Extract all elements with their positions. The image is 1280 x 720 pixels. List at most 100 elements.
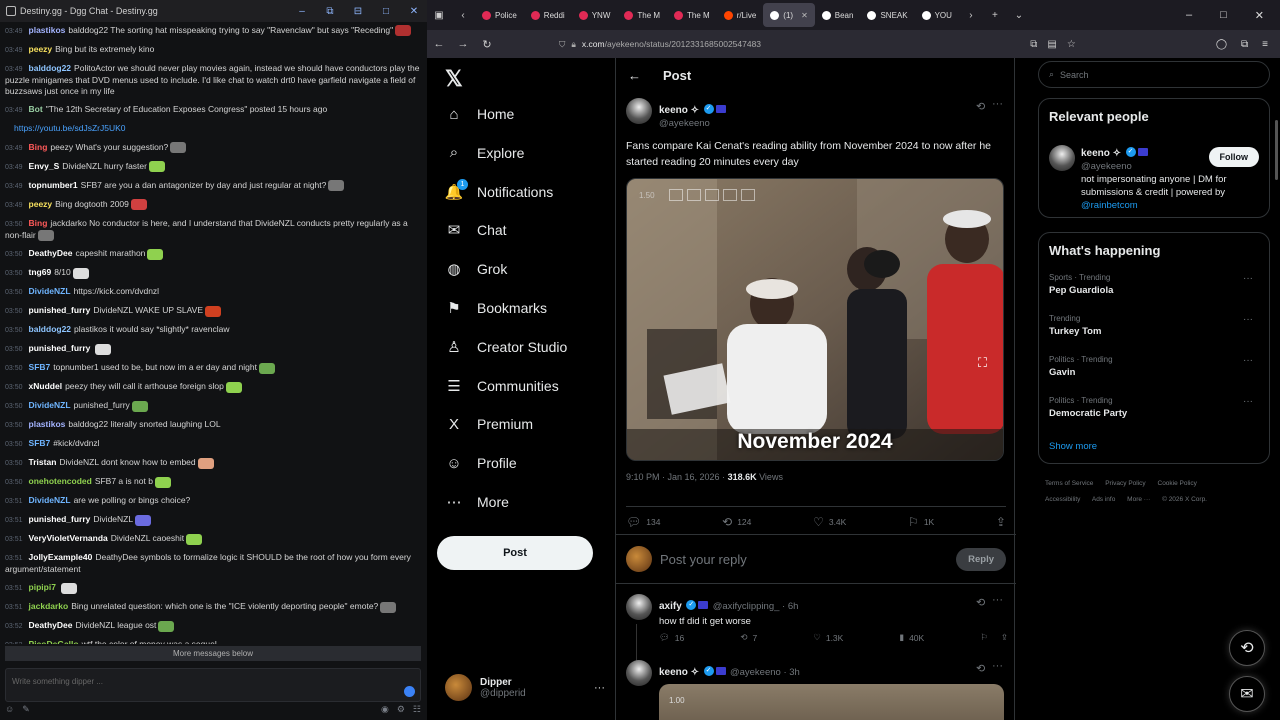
more-dots-icon[interactable]: ··· [992,660,1003,672]
footer-link[interactable]: Cookie Policy [1158,480,1197,487]
message-username[interactable]: peezy [29,44,53,54]
avatar[interactable] [1049,145,1075,171]
message-username[interactable]: jackdarko [29,601,69,611]
message-username[interactable]: balddog22 [29,63,72,73]
grok-icon[interactable]: ⟲ [976,100,985,113]
nav-item-communities[interactable]: ☰ Communities [445,377,558,395]
browser-tab[interactable]: Reddi [524,0,572,30]
maximize-icon[interactable]: □ [379,6,393,17]
window-maximize-icon[interactable]: □ [1220,9,1227,22]
share-action[interactable]: ⇪ [996,515,1006,529]
avatar[interactable] [626,594,652,620]
nav-item-chat[interactable]: ✉ Chat [445,221,507,239]
fullscreen-icon[interactable]: ⛶ [978,355,987,371]
video-tool-icon[interactable] [687,189,701,201]
reply-video[interactable]: 1.00 [659,684,1004,720]
author-name[interactable]: keeno ✧ [659,105,699,116]
message-username[interactable]: SFB7 [29,438,51,448]
reply-button[interactable]: Reply [956,547,1006,571]
playback-speed[interactable]: 1.00 [669,696,685,705]
more-dots-icon[interactable]: ··· [992,98,1003,110]
menu-icon[interactable]: ≡ [1262,39,1268,50]
settings-gear-icon[interactable]: ⚙ [397,704,405,718]
nav-item-profile[interactable]: ☺ Profile [445,454,516,472]
page-scrollbar[interactable] [1275,120,1278,180]
users-icon[interactable]: ☷ [413,704,421,718]
tweet-timestamp[interactable]: 9:10 PM · Jan 16, 2026 · [626,472,728,482]
window-close-icon[interactable]: ✕ [1255,9,1264,22]
whisper-icon[interactable]: ✎ [22,704,30,718]
more-dots-icon[interactable]: ··· [1243,396,1253,407]
forward-icon[interactable]: → [451,38,475,50]
message-username[interactable]: JollyExample40 [29,552,93,562]
trend-item[interactable]: Sports · Trending Pep Guardiola ··· [1049,273,1259,296]
footer-link[interactable]: Accessibility [1045,496,1080,503]
message-username[interactable]: DivideNZL [29,495,71,505]
grok-icon[interactable]: ⟲ [976,596,985,609]
pip-icon[interactable]: ⧉ [1030,39,1037,50]
nav-item-notifications[interactable]: 🔔 1 Notifications [445,178,553,201]
message-username[interactable]: DivideNZL [29,400,71,410]
chat-input[interactable]: Write something dipper ... [5,668,421,702]
message-username[interactable]: Bing [29,218,48,228]
trend-item[interactable]: Politics · Trending Democratic Party ··· [1049,396,1259,419]
nav-item-explore[interactable]: ⌕ Explore [445,144,525,162]
more-dots-icon[interactable]: ··· [1243,273,1253,284]
messages-float-icon[interactable]: ✉ [1229,676,1265,712]
bookmark-star-icon[interactable]: ☆ [1067,39,1076,50]
message-username[interactable]: PicoDeGallo [29,639,79,644]
avatar[interactable] [626,660,652,686]
message-username[interactable]: tng69 [29,267,52,277]
grok-float-icon[interactable]: ⟲ [1229,630,1265,666]
follow-button[interactable]: Follow [1208,147,1259,167]
like-action[interactable]: ♡ 1.3K [813,632,843,643]
tab-scroll-right-icon[interactable]: › [959,10,983,21]
grok-icon[interactable]: ⟲ [976,662,985,675]
back-arrow-icon[interactable]: ← [628,68,641,83]
pin-icon[interactable]: ⊟ [351,6,365,17]
footer-link[interactable]: Ads info [1092,496,1116,503]
person-handle[interactable]: @ayekeeno [1081,161,1148,172]
message-username[interactable]: plastikos [29,419,66,429]
message-username[interactable]: onehotencoded [29,476,92,486]
footer-link[interactable]: More ··· [1127,496,1150,503]
tab-list-chevron-icon[interactable]: ⌄ [1007,10,1031,21]
reply-input[interactable]: Post your reply [660,552,948,567]
extension-icon[interactable]: ⧉ [323,6,337,17]
browser-tab[interactable]: The M [617,0,667,30]
message-username[interactable]: SFB7 [29,362,51,372]
bookmark-action[interactable]: ⚐ 1K [908,515,934,529]
footer-link[interactable]: Privacy Policy [1105,480,1145,487]
account-switcher[interactable]: Dipper @dipperid ··· [445,674,605,701]
more-dots-icon[interactable]: ··· [594,682,605,694]
eye-icon[interactable]: ◉ [381,704,389,718]
message-username[interactable]: Bing [29,142,48,152]
reply-action[interactable]: 💬︎ 134 [626,515,660,529]
nav-item-more[interactable]: ⋯ More [445,493,509,511]
more-dots-icon[interactable]: ··· [992,594,1003,606]
author-name[interactable]: keeno ✧ [659,667,699,678]
search-input[interactable]: ⌕ Search [1038,61,1270,88]
message-username[interactable]: DeathyDee [29,248,73,258]
new-tab-icon[interactable]: + [983,10,1007,21]
views-action[interactable]: ▮ 40K [899,632,924,643]
reader-icon[interactable]: ▤ [1047,39,1056,50]
message-username[interactable]: punished_furry [29,343,91,353]
like-action[interactable]: ♡ 3.4K [813,515,846,529]
browser-tab[interactable]: YOU [915,0,959,30]
video-tool-icon[interactable] [705,189,719,201]
browser-tab[interactable]: SNEAK [860,0,914,30]
extensions-icon[interactable]: ⧉ [1241,39,1248,50]
author-handle[interactable]: @axifyclipping_ · 6h [713,601,799,612]
person-name[interactable]: keeno ✧ [1081,148,1121,159]
playback-speed[interactable]: 1.50 [639,191,655,200]
nav-item-home[interactable]: ⌂ Home [445,105,514,123]
nav-item-grok[interactable]: ◍ Grok [445,260,507,278]
nav-item-premium[interactable]: X Premium [445,415,533,433]
repost-action[interactable]: ⟲ 124 [722,515,751,529]
trend-item[interactable]: Politics · Trending Gavin ··· [1049,355,1259,378]
author-name[interactable]: axify [659,601,682,612]
message-username[interactable]: pipipi7 [29,582,56,592]
nav-item-creator-studio[interactable]: ♙ Creator Studio [445,338,567,356]
trend-item[interactable]: Trending Turkey Tom ··· [1049,314,1259,337]
